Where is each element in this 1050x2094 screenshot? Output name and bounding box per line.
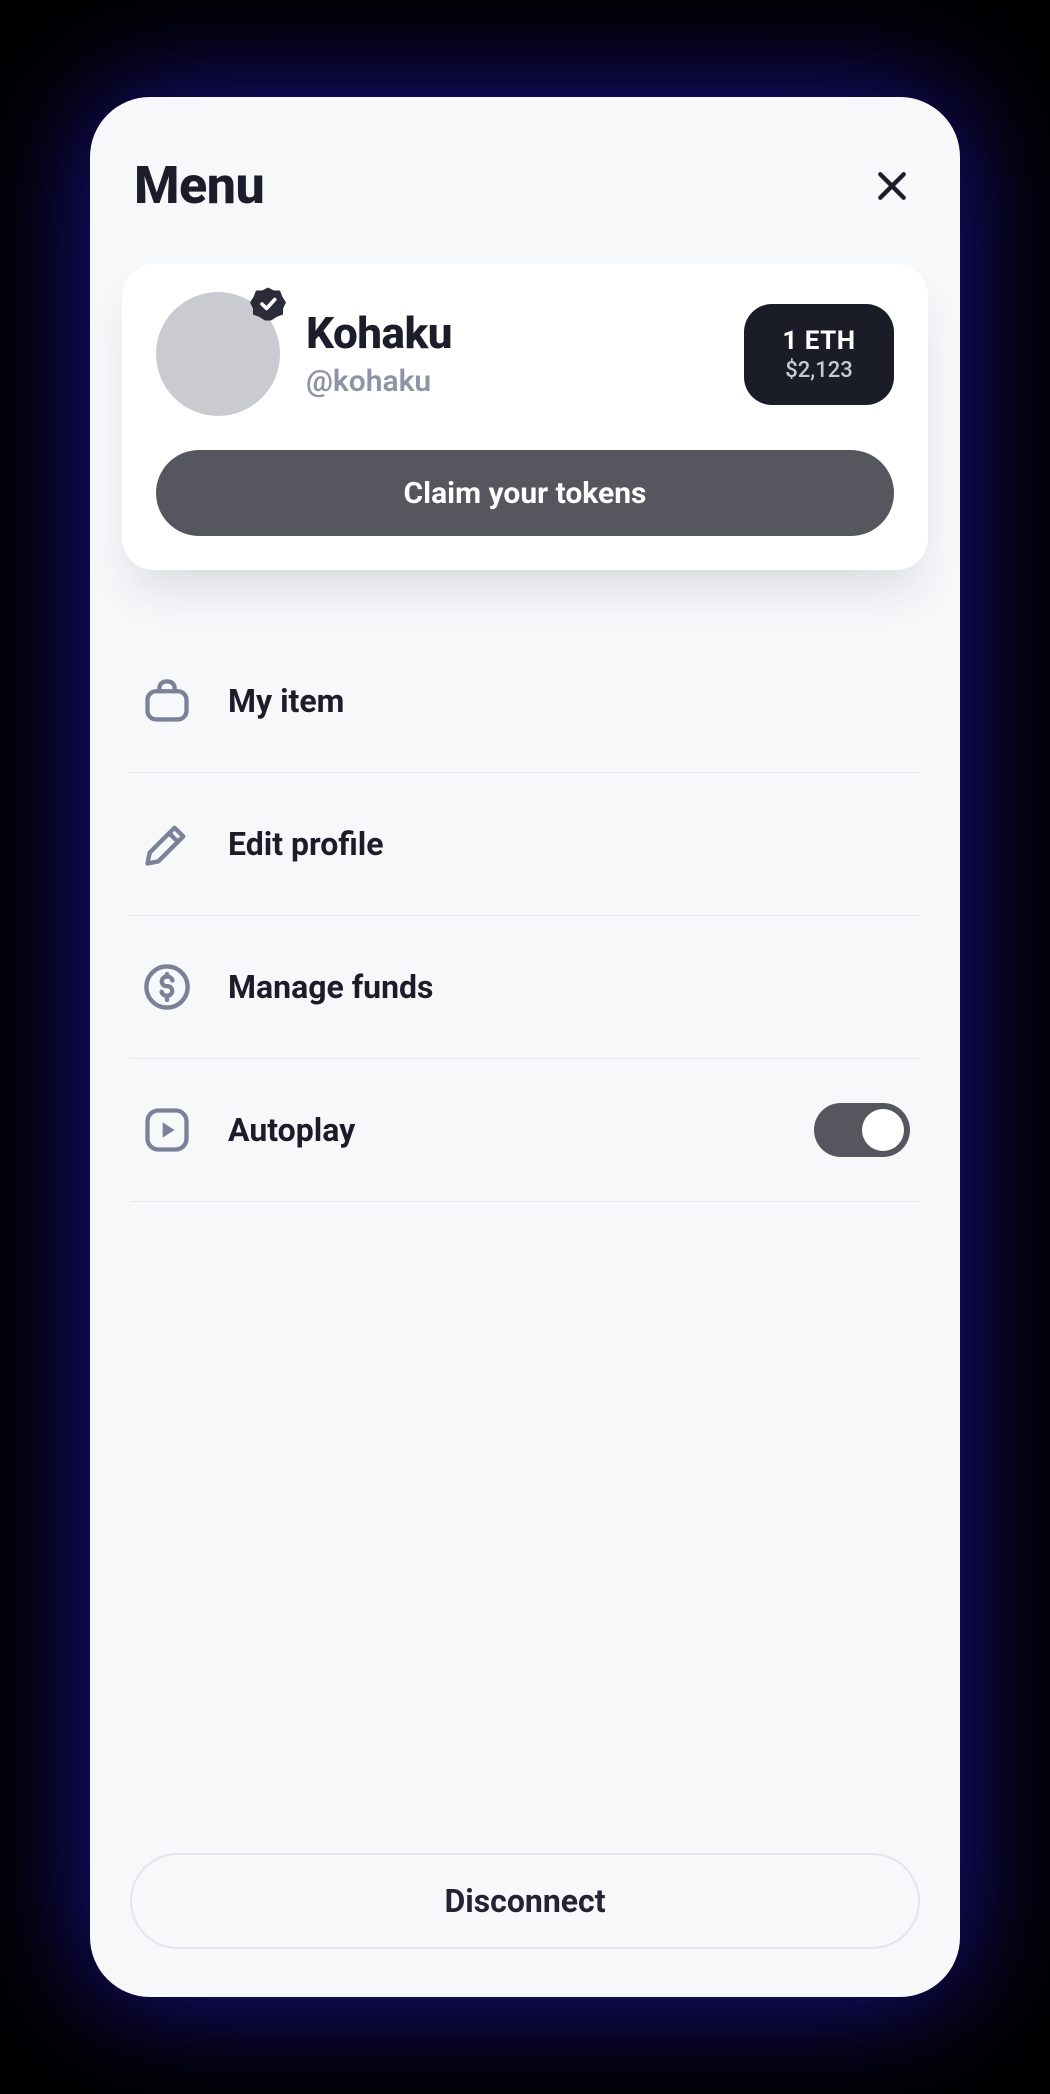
header: Menu bbox=[130, 155, 920, 264]
disconnect-button[interactable]: Disconnect bbox=[130, 1853, 920, 1949]
toggle-knob bbox=[862, 1109, 904, 1151]
menu-item-edit-profile[interactable]: Edit profile bbox=[130, 773, 920, 916]
menu-item-label: Edit profile bbox=[228, 825, 384, 863]
close-button[interactable] bbox=[868, 162, 916, 210]
briefcase-icon bbox=[140, 674, 194, 728]
profile-text: Kohaku @kohaku bbox=[306, 309, 452, 398]
pencil-icon bbox=[140, 817, 194, 871]
avatar-wrap bbox=[156, 292, 280, 416]
menu-item-manage-funds[interactable]: Manage funds bbox=[130, 916, 920, 1059]
balance-secondary: $2,123 bbox=[770, 358, 868, 383]
autoplay-toggle[interactable] bbox=[814, 1103, 910, 1157]
page-title: Menu bbox=[134, 155, 264, 216]
close-icon bbox=[872, 166, 912, 206]
menu-panel: Menu Kohaku @kohaku bbox=[90, 97, 960, 1997]
profile-name: Kohaku bbox=[306, 309, 452, 357]
profile-handle: @kohaku bbox=[306, 364, 452, 399]
claim-tokens-button[interactable]: Claim your tokens bbox=[156, 450, 894, 536]
menu-item-my-item[interactable]: My item bbox=[130, 630, 920, 773]
balance-pill[interactable]: 1 ETH $2,123 bbox=[744, 304, 894, 405]
dollar-circle-icon bbox=[140, 960, 194, 1014]
menu-item-label: Manage funds bbox=[228, 968, 433, 1006]
balance-primary: 1 ETH bbox=[770, 326, 868, 356]
disconnect-label: Disconnect bbox=[444, 1882, 605, 1920]
verified-badge-icon bbox=[250, 286, 286, 322]
menu-list: My item Edit profile Manage funds bbox=[130, 630, 920, 1202]
menu-item-label: Autoplay bbox=[228, 1111, 355, 1149]
profile-row: Kohaku @kohaku 1 ETH $2,123 bbox=[156, 292, 894, 416]
claim-tokens-label: Claim your tokens bbox=[404, 476, 647, 511]
profile-card: Kohaku @kohaku 1 ETH $2,123 Claim your t… bbox=[122, 264, 928, 570]
play-square-icon bbox=[140, 1103, 194, 1157]
menu-item-label: My item bbox=[228, 682, 344, 720]
menu-item-autoplay[interactable]: Autoplay bbox=[130, 1059, 920, 1202]
